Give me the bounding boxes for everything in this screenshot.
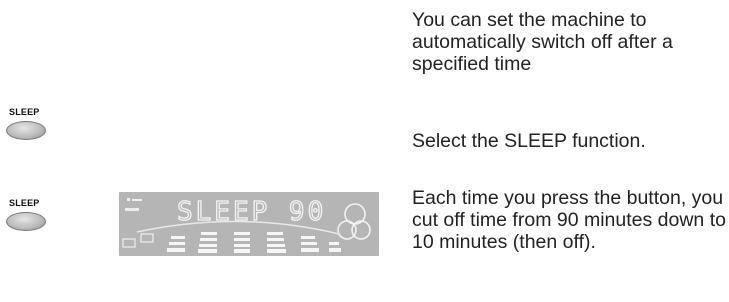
level-meter — [167, 232, 341, 253]
indicator-bar — [125, 208, 139, 211]
sleep-button-illustration-1: SLEEP — [6, 107, 50, 140]
select-sleep-text: Select the SLEEP function. — [412, 130, 646, 152]
lcd-display: SLEEP 90 — [119, 192, 379, 256]
indicator-dot — [127, 198, 130, 201]
sleep-button-label: SLEEP — [9, 107, 40, 117]
sleep-button-oval — [6, 121, 46, 140]
intro-text: You can set the machine to automatically… — [412, 9, 673, 75]
sleep-button-oval — [6, 212, 46, 231]
disc-icon — [351, 220, 371, 240]
press-description-text: Each time you press the button, you cut … — [412, 187, 726, 253]
disc-icon — [337, 220, 357, 240]
lcd-indicator-box — [122, 238, 136, 248]
indicator-bar — [132, 199, 142, 201]
lcd-indicator-box — [140, 233, 154, 243]
sleep-button-illustration-2: SLEEP — [6, 198, 50, 231]
sleep-button-label: SLEEP — [9, 198, 40, 208]
lcd-display-graphic: SLEEP 90 — [122, 196, 371, 253]
